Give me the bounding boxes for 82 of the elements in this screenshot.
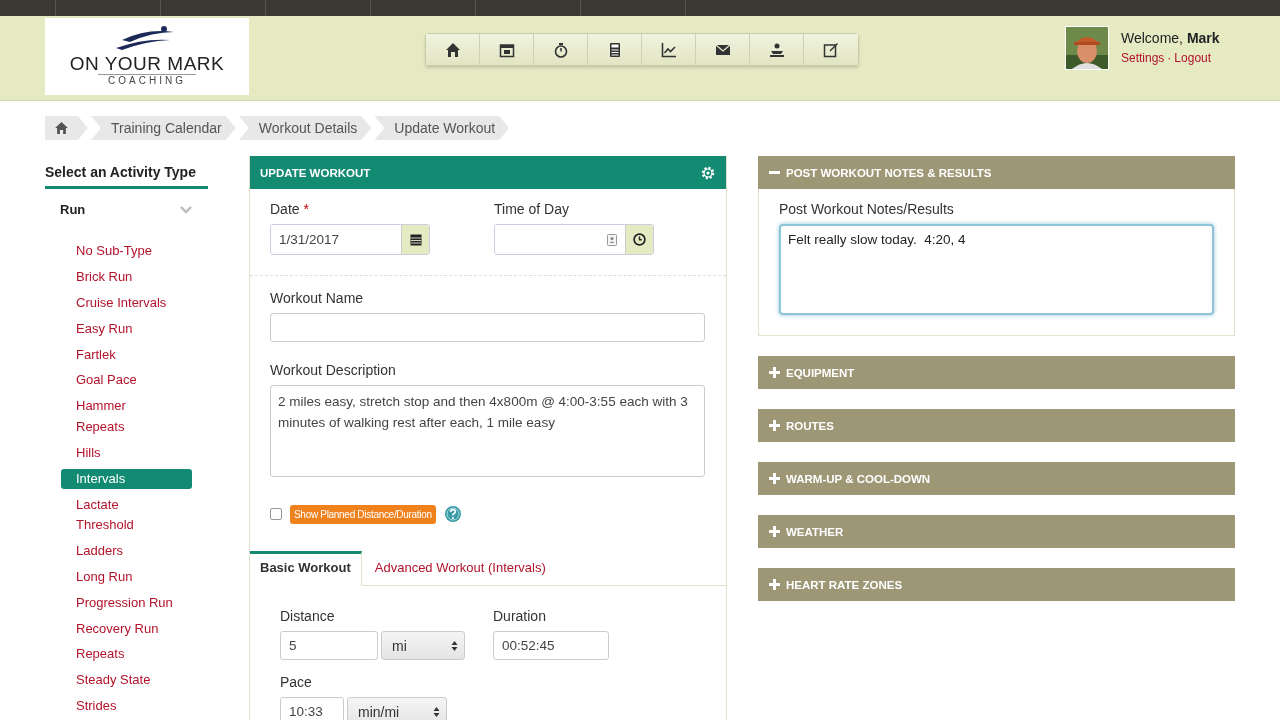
home-tool-button[interactable] — [426, 34, 480, 65]
time-label: Time of Day — [494, 201, 570, 217]
line-chart-icon — [660, 41, 677, 58]
activity-subtype-item[interactable]: Goal Pace — [45, 370, 186, 391]
activity-subtype-item[interactable]: Steady State — [45, 670, 186, 691]
duration-label: Duration — [493, 608, 547, 624]
activity-subtype-item[interactable]: Long Run — [45, 566, 186, 588]
panel-title: UPDATE WORKOUT — [260, 166, 371, 179]
activity-subtype-item[interactable]: Brick Run — [45, 266, 186, 288]
scale-icon — [768, 41, 785, 58]
home-icon — [444, 41, 461, 58]
activity-subtype-item[interactable]: Cruise Intervals — [45, 292, 186, 314]
duration-field[interactable]: 00:52:45 — [493, 631, 609, 660]
sort-arrows-icon — [451, 639, 458, 652]
plus-icon — [769, 473, 780, 484]
calculator-tool-button[interactable] — [588, 34, 642, 65]
settings-icon[interactable] — [700, 164, 716, 181]
plus-icon — [769, 367, 780, 378]
pace-field[interactable]: 10:33 — [280, 697, 344, 720]
tab[interactable]: Advanced Workout (Intervals) — [361, 551, 556, 586]
time-field[interactable] — [494, 224, 654, 255]
logo-subtitle: COACHING — [98, 74, 196, 87]
calendar-icon — [498, 41, 515, 58]
activity-subtype-item[interactable]: Ladders — [45, 540, 186, 562]
distance-unit-select[interactable]: mi — [381, 631, 465, 660]
workout-description-label: Workout Description — [270, 362, 397, 378]
date-field[interactable]: 1/31/2017 — [270, 224, 430, 255]
mail-tool-button[interactable] — [696, 34, 750, 65]
calendar-icon — [409, 233, 422, 246]
activity-selector[interactable]: Run — [45, 189, 208, 217]
chevron-down-icon — [180, 205, 192, 214]
clock-button[interactable] — [625, 225, 653, 254]
home-icon — [55, 122, 68, 134]
plus-icon — [769, 420, 780, 431]
breadcrumb-item[interactable]: Workout Details — [238, 116, 372, 140]
logout-link[interactable]: Logout — [1174, 51, 1212, 65]
sort-arrows-icon — [433, 705, 440, 718]
logo[interactable]: ON YOUR MARK COACHING — [45, 18, 249, 95]
activity-subtype-item[interactable]: Easy Run — [45, 318, 186, 340]
link-separator: · — [1167, 51, 1172, 65]
activity-subtype-item[interactable]: No Sub-Type — [45, 241, 186, 262]
activity-subtype-item[interactable]: Fartlek — [45, 344, 186, 366]
activity-subtype-item[interactable]: Lactate Threshold — [45, 494, 186, 536]
scale-tool-button[interactable] — [750, 34, 804, 65]
activity-subtype-item[interactable]: Hammer Repeats — [45, 396, 186, 438]
help-icon[interactable] — [443, 505, 462, 523]
calendar-tool-button[interactable] — [480, 34, 534, 65]
activity-subtype-item[interactable]: Hills — [45, 442, 186, 464]
activity-subtype-item[interactable]: Strides — [45, 696, 186, 717]
notes-label: Post Workout Notes/Results — [779, 201, 955, 217]
breadcrumb-item[interactable]: Training Calendar — [91, 116, 236, 140]
edit-tool-button[interactable] — [804, 34, 858, 65]
welcome-text: Welcome, Mark — [1121, 30, 1220, 46]
workout-description-field[interactable]: 2 miles easy, stretch stop and then 4x800m @ 4:00-3:55 each with 3 minutes of walking rest after each, 1 mile easy — [270, 385, 705, 477]
breadcrumb-item[interactable]: Update Workout — [374, 116, 510, 140]
checkbox[interactable] — [270, 508, 282, 520]
date-label: Date * — [270, 201, 310, 217]
plus-icon — [769, 579, 780, 590]
sidebar-title: Select an Activity Type — [45, 156, 208, 189]
clock-icon — [633, 233, 646, 246]
distance-field[interactable]: 5 — [280, 631, 378, 660]
tab[interactable]: Basic Workout — [250, 551, 362, 586]
plus-icon — [769, 526, 780, 537]
contact-card-icon — [607, 233, 617, 246]
stopwatch-tool-button[interactable] — [534, 34, 588, 65]
chart-tool-button[interactable] — [642, 34, 696, 65]
activity-subtype-item[interactable]: Progression Run — [45, 592, 186, 614]
notes-field[interactable]: Felt really slow today. 4:20, 4 — [779, 224, 1214, 315]
activity-subtype-item[interactable]: Repeats — [45, 644, 186, 665]
breadcrumb-home[interactable] — [45, 116, 88, 140]
logo-title: ON YOUR MARK — [69, 54, 225, 74]
stopwatch-icon — [552, 41, 569, 58]
edit-icon — [823, 41, 839, 58]
pace-unit-select[interactable]: min/mi — [347, 697, 447, 720]
settings-link[interactable]: Settings — [1121, 51, 1165, 65]
distance-label: Distance — [280, 608, 336, 624]
workout-name-label: Workout Name — [270, 290, 365, 306]
calendar-button[interactable] — [401, 225, 429, 254]
pace-label: Pace — [280, 674, 313, 690]
activity-subtype-item[interactable]: Intervals — [61, 468, 192, 490]
workout-name-field[interactable] — [270, 313, 705, 342]
activity-subtype-item[interactable]: Recovery Run — [45, 618, 186, 640]
